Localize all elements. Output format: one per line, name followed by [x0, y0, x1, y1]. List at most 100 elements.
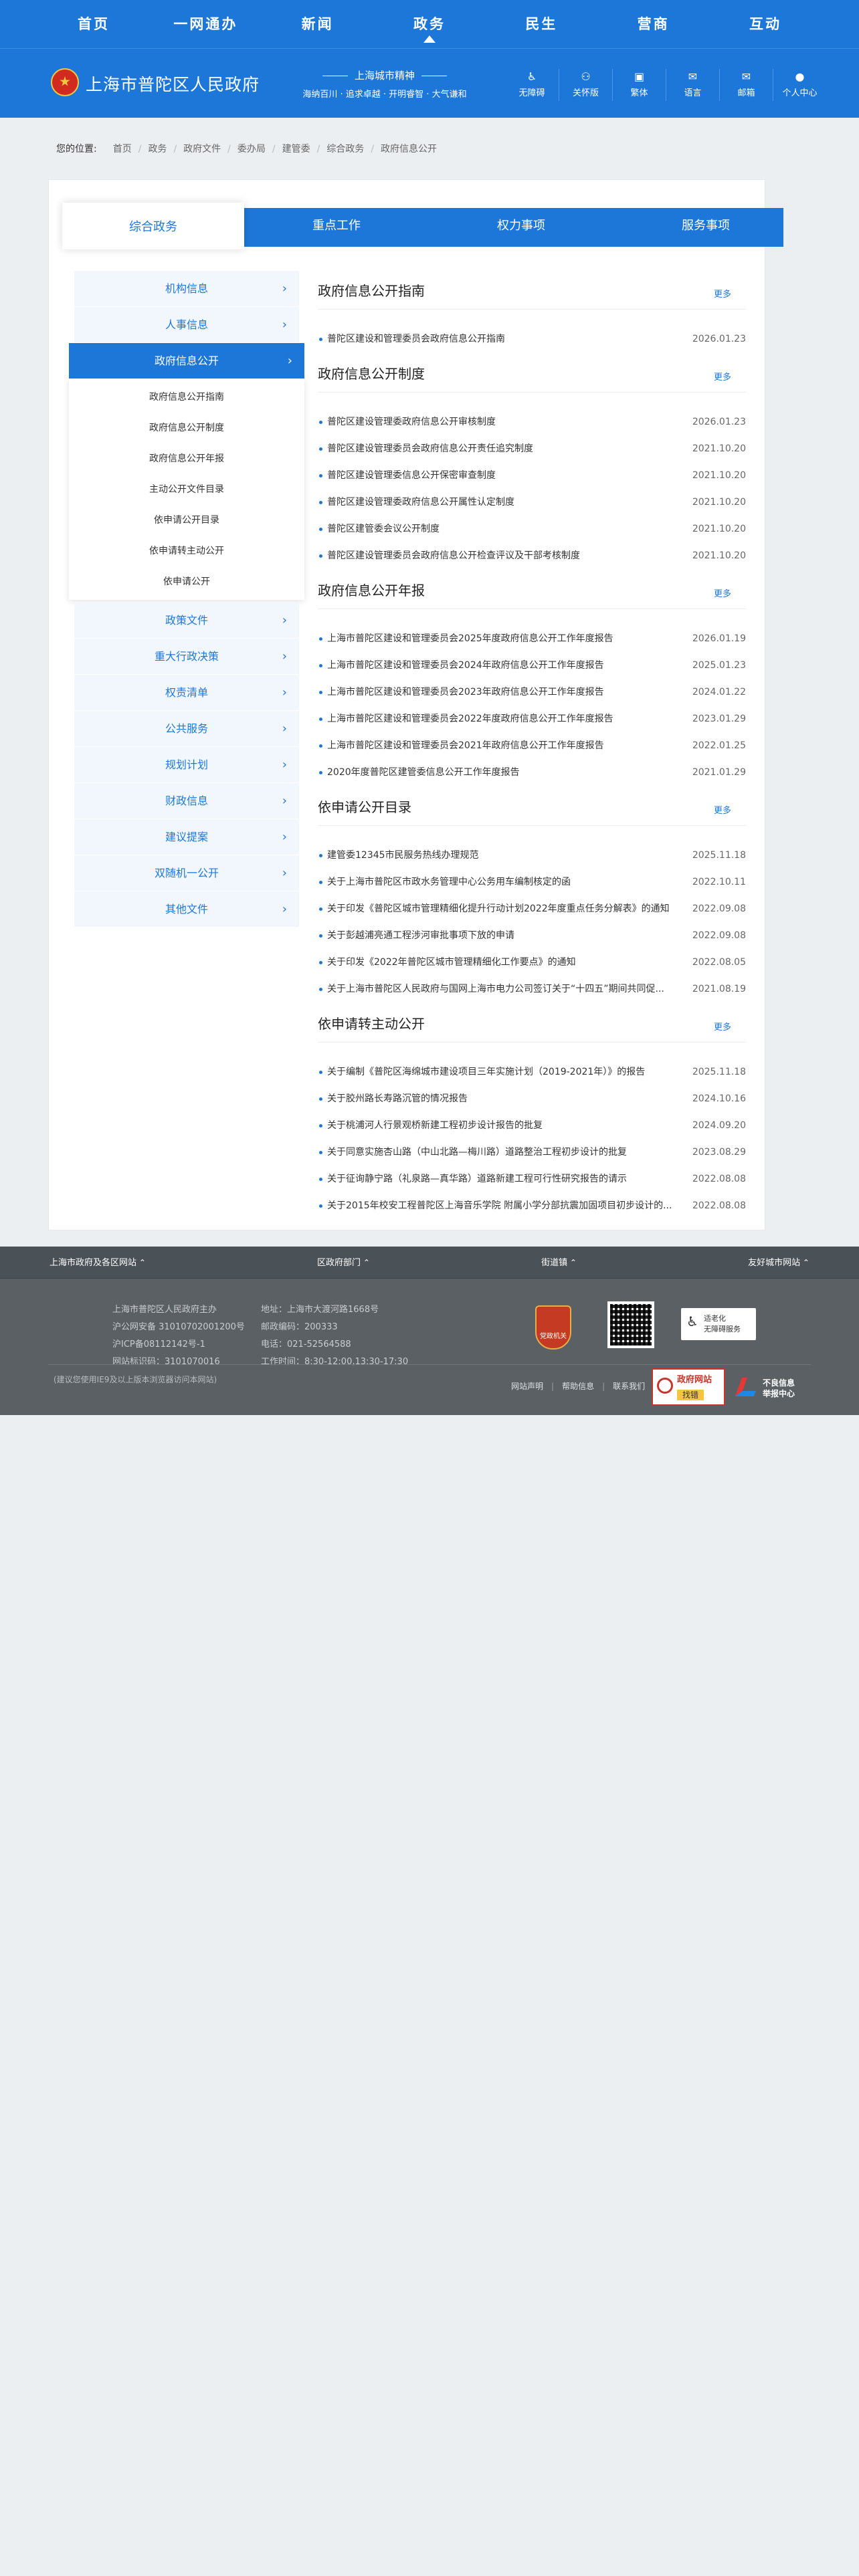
- list-item-title[interactable]: 普陀区建设管理委信息公开保密审查制度: [327, 462, 688, 489]
- tab-2[interactable]: 权力事项: [429, 207, 613, 245]
- list-item-title[interactable]: 上海市普陀区建设和管理委员会2024年政府信息公开工作年度报告: [327, 652, 688, 679]
- header-tool-3[interactable]: ✉ 语言: [666, 69, 719, 101]
- list-item[interactable]: 关于上海市普陀区人民政府与国网上海市电力公司签订关于“十四五”期间共同促... 2…: [318, 976, 746, 1002]
- section-more-link[interactable]: 更多: [714, 586, 731, 599]
- submenu-item[interactable]: 主动公开文件目录: [69, 474, 304, 505]
- list-item-title[interactable]: 普陀区建设管理委员会政府信息公开责任追究制度: [327, 435, 688, 462]
- breadcrumb-item[interactable]: 政务: [141, 144, 173, 154]
- section-more-link[interactable]: 更多: [714, 287, 731, 300]
- list-item-title[interactable]: 普陀区建设管理委政府信息公开审核制度: [327, 409, 688, 435]
- list-item-title[interactable]: 关于印发《普陀区城市管理精细化提升行动计划2022年度重点任务分解表》的通知: [327, 895, 688, 922]
- list-item-title[interactable]: 关于彭越浦亮通工程涉河审批事项下放的申请: [327, 922, 688, 949]
- list-item-title[interactable]: 关于编制《普陀区海绵城市建设项目三年实施计划（2019-2021年）》的报告: [327, 1059, 688, 1085]
- footer-misc-link[interactable]: 联系我们: [605, 1382, 653, 1391]
- submenu-item[interactable]: 依申请公开: [69, 566, 304, 597]
- list-item[interactable]: 关于桃浦河人行景观桥新建工程初步设计报告的批复 2024.09.20: [318, 1112, 746, 1139]
- list-item-title[interactable]: 上海市普陀区建设和管理委员会2023年政府信息公开工作年度报告: [327, 679, 688, 706]
- list-item[interactable]: 关于印发《2022年普陀区城市管理精细化工作要点》的通知 2022.08.05: [318, 949, 746, 976]
- sidebar-item[interactable]: 政策文件 ›: [74, 603, 299, 639]
- sidebar-item[interactable]: 建议提案 ›: [74, 819, 299, 855]
- bad-info-report-badge[interactable]: 不良信息 举报中心: [735, 1372, 809, 1404]
- section-more-link[interactable]: 更多: [714, 803, 731, 816]
- list-item-title[interactable]: 上海市普陀区建设和管理委员会2025年度政府信息公开工作年度报告: [327, 625, 688, 652]
- list-item[interactable]: 普陀区建设管理委信息公开保密审查制度 2021.10.20: [318, 462, 746, 489]
- sidebar-item[interactable]: 财政信息 ›: [74, 783, 299, 819]
- section-more-link[interactable]: 更多: [714, 1020, 731, 1033]
- list-item[interactable]: 普陀区建设管理委员会政府信息公开检查评议及干部考核制度 2021.10.20: [318, 542, 746, 569]
- list-item[interactable]: 关于上海市普陀区市政水务管理中心公务用车编制核定的函 2022.10.11: [318, 869, 746, 895]
- list-item-title[interactable]: 关于上海市普陀区市政水务管理中心公务用车编制核定的函: [327, 869, 688, 895]
- breadcrumb-item[interactable]: 首页: [106, 144, 138, 154]
- header-tool-1[interactable]: ⚇ 关怀版: [559, 69, 612, 101]
- list-item[interactable]: 普陀区建管委会议公开制度 2021.10.20: [318, 516, 746, 542]
- submenu-item[interactable]: 依申请转主动公开: [69, 536, 304, 566]
- header-tool-5[interactable]: ● 个人中心: [773, 69, 826, 101]
- list-item[interactable]: 上海市普陀区建设和管理委员会2021年政府信息公开工作年度报告 2022.01.2…: [318, 732, 746, 759]
- list-item-title[interactable]: 关于桃浦河人行景观桥新建工程初步设计报告的批复: [327, 1112, 688, 1139]
- submenu-item[interactable]: 政府信息公开制度: [69, 413, 304, 443]
- submenu-item[interactable]: 政府信息公开指南: [69, 382, 304, 413]
- list-item-title[interactable]: 建管委12345市民服务热线办理规范: [327, 842, 688, 869]
- list-item-title[interactable]: 上海市普陀区建设和管理委员会2021年政府信息公开工作年度报告: [327, 732, 688, 759]
- submenu-item[interactable]: 政府信息公开年报: [69, 443, 304, 474]
- list-item-title[interactable]: 关于上海市普陀区人民政府与国网上海市电力公司签订关于“十四五”期间共同促...: [327, 976, 688, 1002]
- footer-link-dropdown[interactable]: 友好城市网站: [748, 1247, 809, 1278]
- footer-police-record[interactable]: 沪公网安备 31010702001200号: [102, 1319, 245, 1336]
- list-item[interactable]: 建管委12345市民服务热线办理规范 2025.11.18: [318, 842, 746, 869]
- submenu-item[interactable]: 依申请公开目录: [69, 505, 304, 536]
- list-item-title[interactable]: 普陀区建设管理委政府信息公开属性认定制度: [327, 489, 688, 516]
- sidebar-item[interactable]: 规划计划 ›: [74, 747, 299, 783]
- nav-item-1[interactable]: 一网通办: [152, 0, 259, 48]
- tab-0[interactable]: 综合政务: [62, 203, 244, 249]
- list-item-title[interactable]: 普陀区建设管理委员会政府信息公开检查评议及干部考核制度: [327, 542, 688, 569]
- list-item[interactable]: 普陀区建设管理委员会政府信息公开责任追究制度 2021.10.20: [318, 435, 746, 462]
- list-item[interactable]: 上海市普陀区建设和管理委员会2023年政府信息公开工作年度报告 2024.01.2…: [318, 679, 746, 706]
- list-item[interactable]: 关于同意实施杏山路（中山北路—梅川路）道路整治工程初步设计的批复 2023.08.…: [318, 1139, 746, 1166]
- tab-1[interactable]: 重点工作: [244, 207, 429, 245]
- list-item[interactable]: 上海市普陀区建设和管理委员会2025年度政府信息公开工作年度报告 2026.01.…: [318, 625, 746, 652]
- sidebar-item[interactable]: 人事信息 ›: [74, 307, 299, 343]
- list-item[interactable]: 2020年度普陀区建管委信息公开工作年度报告 2021.01.29: [318, 759, 746, 786]
- nav-item-6[interactable]: 互动: [712, 0, 819, 48]
- list-item[interactable]: 关于彭越浦亮通工程涉河审批事项下放的申请 2022.09.08: [318, 922, 746, 949]
- list-item-title[interactable]: 普陀区建管委会议公开制度: [327, 516, 688, 542]
- nav-item-3[interactable]: 政务: [376, 0, 483, 48]
- aging-service-badge[interactable]: ♿ 适老化 无障碍服务: [681, 1308, 756, 1340]
- list-item-title[interactable]: 关于印发《2022年普陀区城市管理精细化工作要点》的通知: [327, 949, 688, 976]
- list-item-title[interactable]: 关于征询静宁路（礼泉路—真华路）道路新建工程可行性研究报告的请示: [327, 1166, 688, 1192]
- sidebar-item[interactable]: 公共服务 ›: [74, 711, 299, 747]
- list-item[interactable]: 上海市普陀区建设和管理委员会2022年度政府信息公开工作年度报告 2023.01.…: [318, 706, 746, 732]
- list-item[interactable]: 关于印发《普陀区城市管理精细化提升行动计划2022年度重点任务分解表》的通知 20…: [318, 895, 746, 922]
- list-item-title[interactable]: 关于2015年校安工程普陀区上海音乐学院 附属小学分部抗震加固项目初步设计的..…: [327, 1192, 688, 1219]
- list-item[interactable]: 关于编制《普陀区海绵城市建设项目三年实施计划（2019-2021年）》的报告 20…: [318, 1059, 746, 1085]
- header-tool-2[interactable]: ▣ 繁体: [612, 69, 666, 101]
- sidebar-item[interactable]: 其他文件 ›: [74, 891, 299, 928]
- list-item-title[interactable]: 普陀区建设和管理委员会政府信息公开指南: [327, 326, 688, 352]
- list-item-title[interactable]: 2020年度普陀区建管委信息公开工作年度报告: [327, 759, 688, 786]
- footer-misc-link[interactable]: 网站声明: [503, 1382, 551, 1391]
- footer-link-dropdown[interactable]: 街道镇: [541, 1247, 577, 1278]
- breadcrumb-item[interactable]: 政府信息公开: [374, 144, 444, 154]
- footer-link-dropdown[interactable]: 上海市政府及各区网站: [50, 1247, 146, 1278]
- sidebar-item[interactable]: 重大行政决策 ›: [74, 639, 299, 675]
- sidebar-item[interactable]: 双随机一公开 ›: [74, 855, 299, 891]
- header-tool-4[interactable]: ✉ 邮箱: [719, 69, 773, 101]
- list-item[interactable]: 上海市普陀区建设和管理委员会2024年政府信息公开工作年度报告 2025.01.2…: [318, 652, 746, 679]
- list-item-title[interactable]: 上海市普陀区建设和管理委员会2022年度政府信息公开工作年度报告: [327, 706, 688, 732]
- footer-link-dropdown[interactable]: 区政府部门: [317, 1247, 370, 1278]
- list-item[interactable]: 普陀区建设管理委政府信息公开审核制度 2026.01.23: [318, 409, 746, 435]
- list-item[interactable]: 普陀区建设和管理委员会政府信息公开指南 2026.01.23: [318, 326, 746, 352]
- sidebar-item[interactable]: 政府信息公开 ›: [69, 343, 304, 379]
- breadcrumb-item[interactable]: 政府文件: [177, 144, 227, 154]
- nav-item-5[interactable]: 营商: [600, 0, 707, 48]
- list-item-title[interactable]: 关于胶州路长寿路沉管的情况报告: [327, 1085, 688, 1112]
- party-gov-badge-icon[interactable]: 党政机关: [535, 1305, 571, 1350]
- list-item-title[interactable]: 关于同意实施杏山路（中山北路—梅川路）道路整治工程初步设计的批复: [327, 1139, 688, 1166]
- list-item[interactable]: 普陀区建设管理委政府信息公开属性认定制度 2021.10.20: [318, 489, 746, 516]
- list-item[interactable]: 关于征询静宁路（礼泉路—真华路）道路新建工程可行性研究报告的请示 2022.08.…: [318, 1166, 746, 1192]
- list-item[interactable]: 关于胶州路长寿路沉管的情况报告 2024.10.16: [318, 1085, 746, 1112]
- gov-site-error-report-badge[interactable]: 政府网站 找错: [652, 1368, 725, 1406]
- sidebar-item[interactable]: 权责清单 ›: [74, 675, 299, 711]
- breadcrumb-item[interactable]: 委办局: [231, 144, 272, 154]
- breadcrumb-item[interactable]: 建管委: [276, 144, 317, 154]
